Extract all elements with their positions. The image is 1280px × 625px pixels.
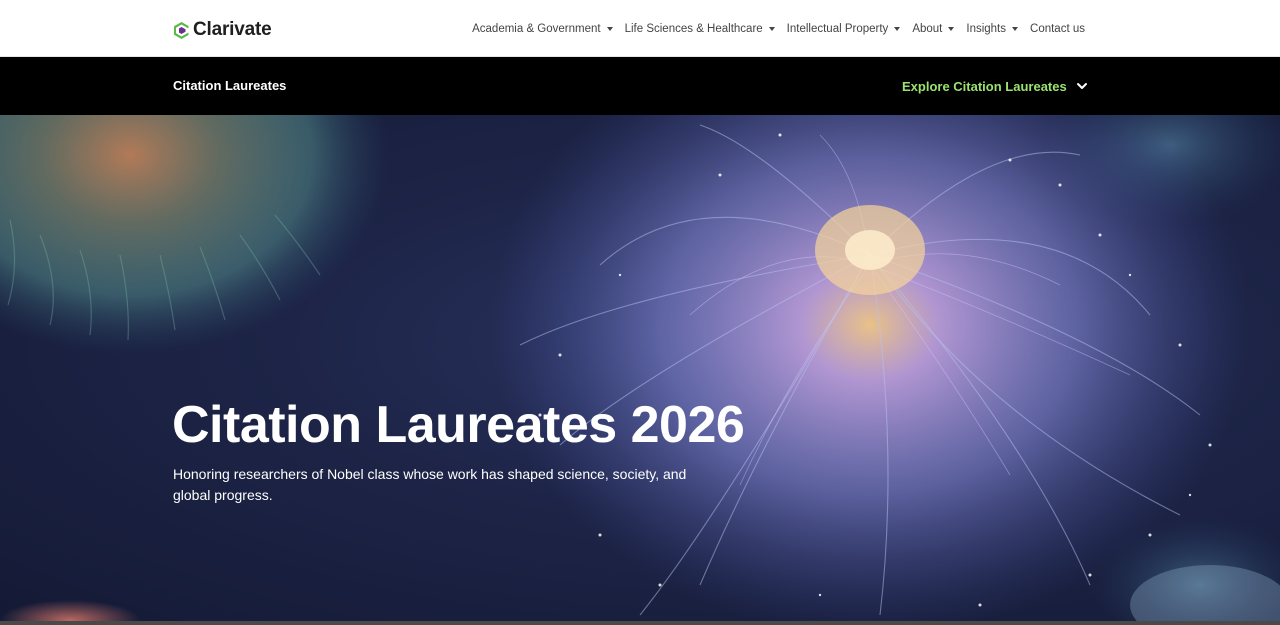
hero-banner: Citation Laureates 2026 Honoring researc… <box>0 115 1280 621</box>
nav-item-label: Life Sciences & Healthcare <box>624 22 763 35</box>
nav-item-label: About <box>912 22 943 35</box>
chevron-down-icon <box>1077 83 1087 89</box>
caret-down-icon <box>894 27 901 31</box>
caret-down-icon <box>948 27 955 31</box>
logo-wordmark: Clarivate <box>193 19 272 40</box>
bottom-divider <box>0 621 1280 625</box>
explore-citation-laureates-button[interactable]: Explore Citation Laureates <box>902 74 1090 98</box>
hero-subtitle: Honoring researchers of Nobel class whos… <box>173 466 687 503</box>
sub-header: Citation Laureates Explore Citation Laur… <box>0 57 1280 115</box>
nav-item-label: Contact us <box>1030 22 1085 35</box>
nav-item-life-sciences-healthcare[interactable]: Life Sciences & Healthcare <box>625 23 775 35</box>
nav-item-label: Insights <box>966 22 1007 35</box>
section-title-link[interactable]: Citation Laureates <box>173 78 286 93</box>
main-nav: Academia & Government Life Sciences & He… <box>472 0 1085 57</box>
caret-down-icon <box>768 27 775 31</box>
caret-down-icon <box>606 27 613 31</box>
nav-item-label: Intellectual Property <box>786 22 889 35</box>
nav-item-contact-us[interactable]: Contact us <box>1030 23 1085 35</box>
nav-item-label: Academia & Government <box>472 22 601 35</box>
clarivate-logo-mark-icon <box>174 21 189 39</box>
hero-title: Citation Laureates 2026 <box>172 396 745 454</box>
nav-item-academia-government[interactable]: Academia & Government <box>472 22 613 35</box>
nav-item-insights[interactable]: Insights <box>966 22 1019 35</box>
clarivate-logo[interactable]: Clarivate <box>173 19 272 41</box>
caret-down-icon <box>1012 27 1019 31</box>
hero-background-image <box>0 115 1280 621</box>
explore-label: Explore Citation Laureates <box>902 78 1067 94</box>
top-header: Clarivate Academia & Government Life Sci… <box>0 0 1280 57</box>
nav-item-about[interactable]: About <box>912 22 955 35</box>
nav-item-intellectual-property[interactable]: Intellectual Property <box>787 23 901 35</box>
